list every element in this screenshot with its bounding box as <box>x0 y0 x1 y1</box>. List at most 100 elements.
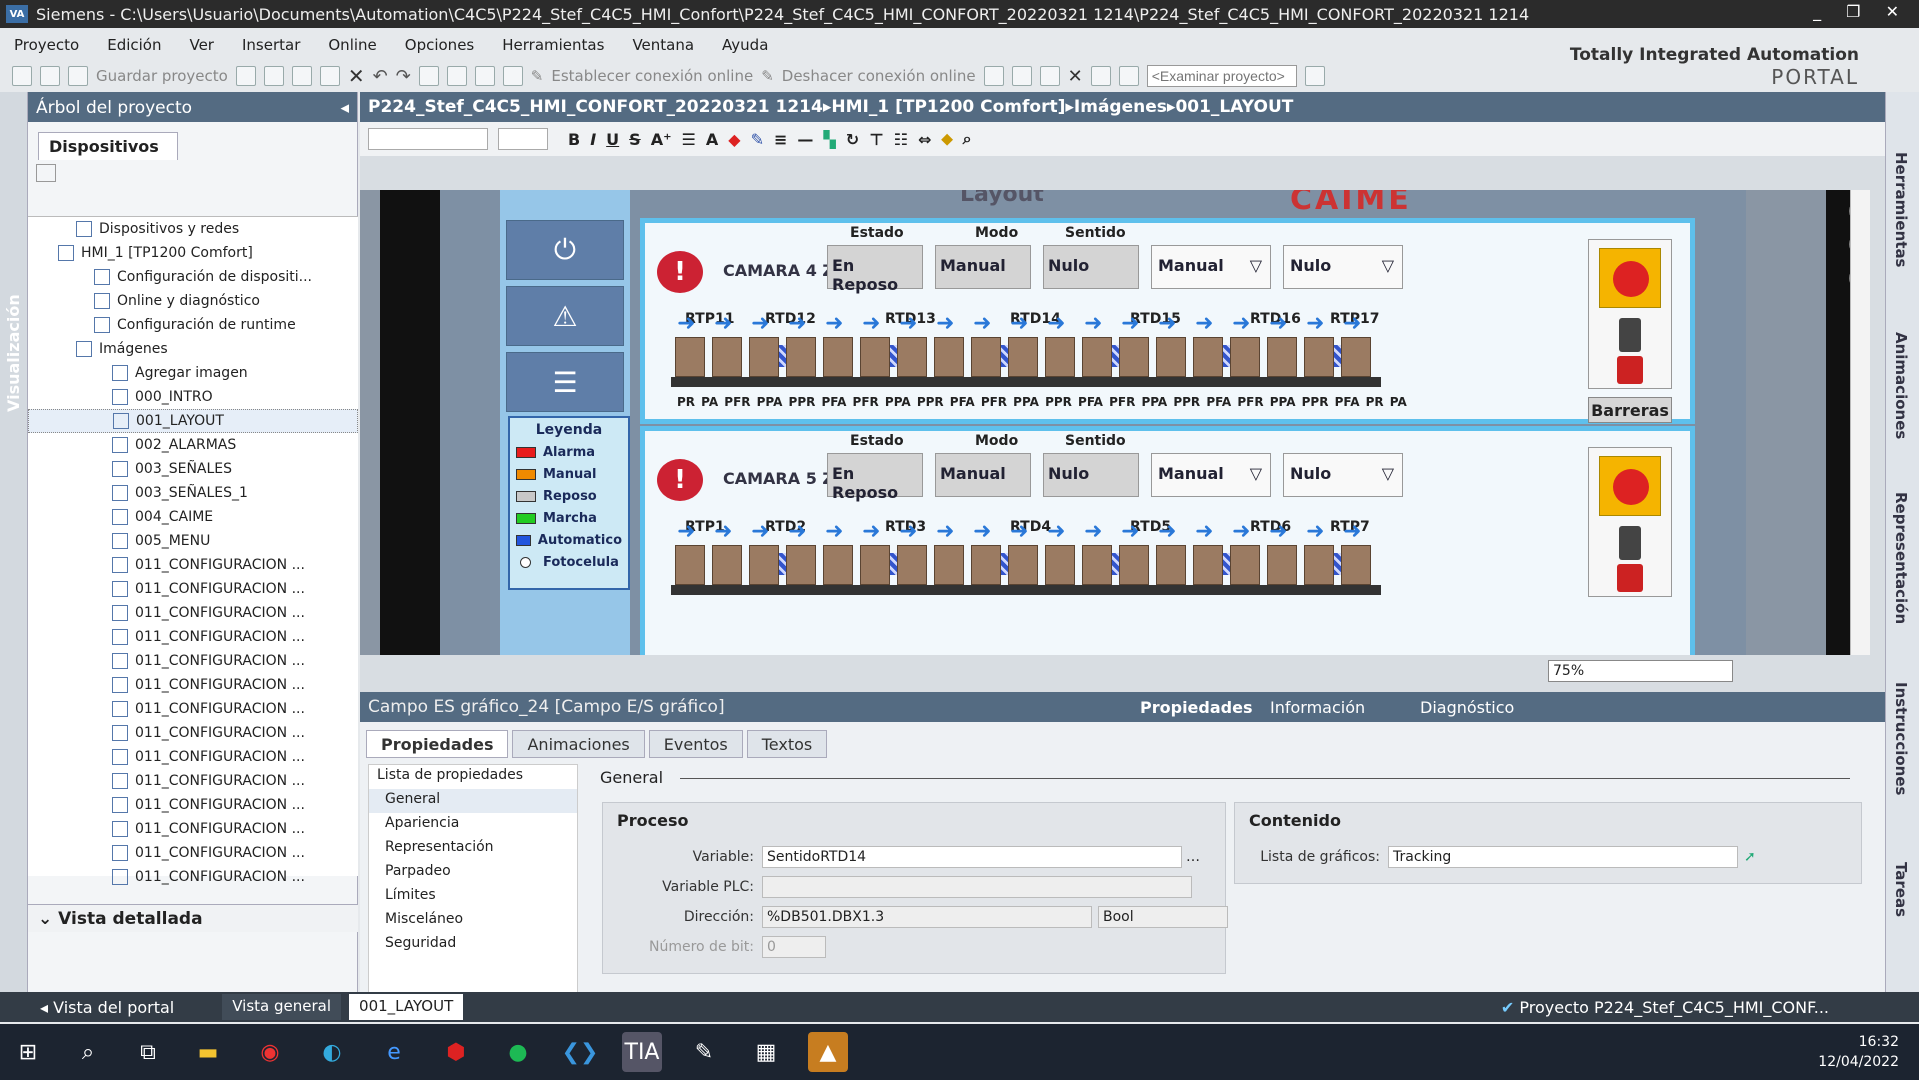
tree-item[interactable]: 001_LAYOUT <box>28 409 358 433</box>
pallet-shape[interactable] <box>1341 545 1371 585</box>
tree-item[interactable]: 003_SEÑALES_1 <box>28 481 358 505</box>
split-horizontal-icon[interactable] <box>1090 66 1111 86</box>
tree-item[interactable]: Agregar imagen <box>28 361 358 385</box>
barreras-button[interactable]: Barreras <box>1588 397 1672 423</box>
tab-dispositivos[interactable]: Dispositivos <box>38 132 178 160</box>
breadcrumb-item[interactable]: P224_Stef_C4C5_HMI_CONFORT_20220321 1214 <box>368 97 823 117</box>
tree-item[interactable]: Configuración de runtime <box>28 313 358 337</box>
subtab-propiedades[interactable]: Propiedades <box>366 730 509 758</box>
tree-item[interactable]: 003_SEÑALES <box>28 457 358 481</box>
font-select[interactable] <box>368 128 488 150</box>
pallet-shape[interactable] <box>1156 337 1186 377</box>
tree-item[interactable]: 011_CONFIGURACION ... <box>28 793 358 817</box>
visualization-side-tab[interactable]: Visualización <box>0 92 28 992</box>
tab-representacion[interactable]: Representación <box>1892 492 1910 624</box>
property-list-item[interactable]: Límites <box>369 885 577 909</box>
tree-item[interactable]: HMI_1 [TP1200 Comfort] <box>28 241 358 265</box>
subtab-eventos[interactable]: Eventos <box>648 730 743 758</box>
new-project-icon[interactable] <box>12 66 32 86</box>
property-list-item[interactable]: Representación <box>369 837 577 861</box>
pallet-shape[interactable] <box>934 337 964 377</box>
estado-field[interactable]: En Reposo <box>827 245 923 294</box>
menu-insertar[interactable]: Insertar <box>242 36 300 54</box>
tree-item[interactable]: Online y diagnóstico <box>28 289 358 313</box>
upload-icon[interactable] <box>474 66 495 86</box>
tab-propiedades-top[interactable]: Propiedades <box>1130 692 1262 722</box>
portal-view-button[interactable]: ◂ Vista del portal <box>40 998 174 1017</box>
security-app-icon[interactable]: ⬢ <box>436 1032 476 1072</box>
pallet-shape[interactable] <box>860 545 890 585</box>
browse-icon[interactable]: … <box>1186 849 1200 865</box>
style-icon[interactable]: ⬥ <box>941 129 952 149</box>
tab-001-layout[interactable]: 001_LAYOUT <box>349 994 464 1020</box>
pallet-shape[interactable] <box>1119 545 1149 585</box>
detail-view-header[interactable]: ⌄ Vista detallada <box>28 904 358 932</box>
tree-item[interactable]: 011_CONFIGURACION ... <box>28 553 358 577</box>
screen-canvas[interactable]: Layout CAIME ⏻ ⚠ ☰ Leyenda Alarma Manual R… <box>360 190 1870 655</box>
pallet-shape[interactable] <box>1156 545 1186 585</box>
pallet-shape[interactable] <box>786 337 816 377</box>
download-icon[interactable] <box>446 66 467 86</box>
subtab-textos[interactable]: Textos <box>746 730 828 758</box>
menu-proyecto[interactable]: Proyecto <box>14 36 79 54</box>
line-color-icon[interactable]: ✎ <box>751 130 764 149</box>
tree-item[interactable]: Dispositivos y redes <box>28 217 358 241</box>
tool-app-icon[interactable]: ✎ <box>684 1032 724 1072</box>
pallet-shape[interactable] <box>749 337 779 377</box>
property-list-item[interactable]: Apariencia <box>369 813 577 837</box>
menu-herramientas[interactable]: Herramientas <box>502 36 604 54</box>
pallet-shape[interactable] <box>897 337 927 377</box>
tree-item[interactable]: 011_CONFIGURACION ... <box>28 769 358 793</box>
safety-panel[interactable] <box>1588 447 1672 597</box>
file-explorer-icon[interactable]: ▬ <box>188 1032 228 1072</box>
delete-icon[interactable]: ✕ <box>348 64 365 88</box>
pallet-shape[interactable] <box>823 545 853 585</box>
tree-item[interactable]: Configuración de dispositi... <box>28 265 358 289</box>
pallet-shape[interactable] <box>860 337 890 377</box>
canvas-vertical-scrollbar[interactable] <box>1850 190 1870 655</box>
edge-icon[interactable]: ◐ <box>312 1032 352 1072</box>
tree-item[interactable]: 011_CONFIGURACION ... <box>28 865 358 889</box>
font-size-grow-icon[interactable]: A⁺ <box>651 130 672 149</box>
emergency-stop-icon[interactable] <box>1599 456 1661 516</box>
tab-diagnostico[interactable]: Diagnóstico <box>1410 692 1524 722</box>
vscode-icon[interactable]: ❮❯ <box>560 1032 600 1072</box>
fill-color-icon[interactable]: ◆ <box>728 130 740 149</box>
pallet-shape[interactable] <box>1193 337 1223 377</box>
undo-icon[interactable]: ↶ <box>373 66 388 87</box>
pallet-shape[interactable] <box>1193 545 1223 585</box>
breadcrumb-item[interactable]: HMI_1 [TP1200 Comfort] <box>831 97 1065 117</box>
accessible-devices-icon[interactable] <box>983 66 1004 86</box>
pallet-shape[interactable] <box>1341 337 1371 377</box>
task-view-icon[interactable]: ⧉ <box>128 1032 168 1072</box>
line-style-icon[interactable]: — <box>797 130 813 149</box>
zoom-select[interactable]: 75% <box>1548 660 1733 682</box>
emergency-stop-icon[interactable] <box>1599 248 1661 308</box>
mode-dropdown[interactable]: Manual <box>1151 245 1271 289</box>
tab-vista-general[interactable]: Vista general <box>222 994 342 1020</box>
go-online-icon[interactable]: ✎ <box>531 67 544 85</box>
pallet-shape[interactable] <box>1267 337 1297 377</box>
go-offline-button[interactable]: Deshacer conexión online <box>782 67 976 85</box>
estado-field[interactable]: En Reposo <box>827 453 923 502</box>
menu-ventana[interactable]: Ventana <box>632 36 694 54</box>
tab-informacion[interactable]: Información <box>1260 692 1375 722</box>
pallet-shape[interactable] <box>1082 545 1112 585</box>
tree-item[interactable]: 011_CONFIGURACION ... <box>28 601 358 625</box>
pallet-shape[interactable] <box>786 545 816 585</box>
pallet-shape[interactable] <box>749 545 779 585</box>
bold-icon[interactable]: B <box>568 130 580 149</box>
search-project-input[interactable] <box>1146 65 1297 87</box>
pallet-shape[interactable] <box>934 545 964 585</box>
modo-field[interactable]: Manual <box>935 245 1031 289</box>
line-width-icon[interactable]: ≡ <box>774 130 787 149</box>
pallet-shape[interactable] <box>712 337 742 377</box>
menu-online[interactable]: Online <box>328 36 376 54</box>
arrange-icon[interactable]: ▚ <box>823 130 835 149</box>
pallet-shape[interactable] <box>1045 337 1075 377</box>
search-go-icon[interactable] <box>1304 66 1325 86</box>
menu-edicion[interactable]: Edición <box>107 36 161 54</box>
menu-ver[interactable]: Ver <box>189 36 214 54</box>
simulate-icon[interactable] <box>502 66 523 86</box>
tree-item[interactable]: 004_CAIME <box>28 505 358 529</box>
